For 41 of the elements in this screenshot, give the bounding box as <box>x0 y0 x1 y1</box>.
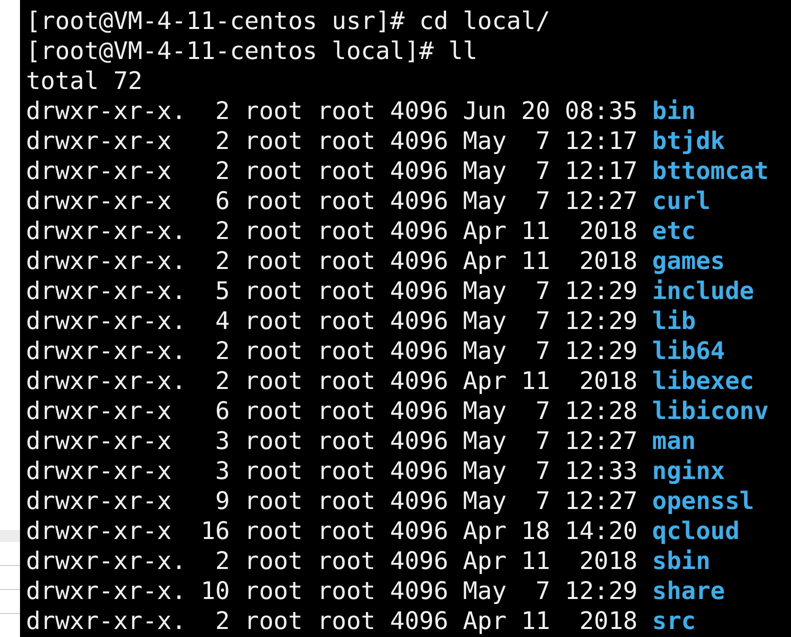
file-info: drwxr-xr-x 3 root root 4096 May 7 12:27 <box>26 426 638 456</box>
file-info: drwxr-xr-x. 4 root root 4096 May 7 12:29 <box>26 306 638 336</box>
directory-name: man <box>652 426 696 456</box>
file-info: drwxr-xr-x 2 root root 4096 May 7 12:17 <box>26 126 638 156</box>
command-text: ll <box>448 36 478 66</box>
directory-name: nginx <box>652 456 725 486</box>
directory-name: lib <box>652 306 696 336</box>
file-info: drwxr-xr-x. 2 root root 4096 Apr 11 2018 <box>26 246 638 276</box>
file-info: drwxr-xr-x. 10 root root 4096 May 7 12:29 <box>26 576 638 606</box>
directory-name: curl <box>652 186 710 216</box>
directory-name: openssl <box>652 486 754 516</box>
file-info: drwxr-xr-x 9 root root 4096 May 7 12:27 <box>26 486 638 516</box>
directory-name: bttomcat <box>652 156 769 186</box>
file-info: drwxr-xr-x 16 root root 4096 Apr 18 14:20 <box>26 516 638 546</box>
file-info: drwxr-xr-x 3 root root 4096 May 7 12:33 <box>26 456 638 486</box>
directory-name: lib64 <box>652 336 725 366</box>
file-info: drwxr-xr-x 6 root root 4096 May 7 12:27 <box>26 186 638 216</box>
total-text: total 72 <box>26 67 142 95</box>
directory-name: share <box>652 576 725 606</box>
directory-name: libexec <box>652 366 754 396</box>
command-text: cd local/ <box>419 6 550 36</box>
file-info: drwxr-xr-x. 2 root root 4096 Apr 11 2018 <box>26 216 638 246</box>
shell-prompt: [root@VM-4-11-centos usr]# <box>26 6 405 36</box>
file-info: drwxr-xr-x. 2 root root 4096 Apr 11 2018 <box>26 366 638 396</box>
directory-name: btjdk <box>652 126 725 156</box>
file-info: drwxr-xr-x 2 root root 4096 May 7 12:17 <box>26 156 638 186</box>
file-info: drwxr-xr-x 6 root root 4096 May 7 12:28 <box>26 396 638 426</box>
directory-name: include <box>652 276 754 306</box>
file-info: drwxr-xr-x. 2 root root 4096 Apr 11 2018 <box>26 546 638 576</box>
directory-name: games <box>652 246 725 276</box>
file-info: drwxr-xr-x. 2 root root 4096 Jun 20 08:35 <box>26 96 638 126</box>
directory-name: etc <box>652 216 696 246</box>
file-info: drwxr-xr-x. 5 root root 4096 May 7 12:29 <box>26 276 638 306</box>
shell-prompt: [root@VM-4-11-centos local]# <box>26 36 434 66</box>
file-info: drwxr-xr-x. 2 root root 4096 May 7 12:29 <box>26 336 638 366</box>
directory-name: qcloud <box>652 516 740 546</box>
directory-name: libiconv <box>652 396 769 426</box>
directory-name: sbin <box>652 546 710 576</box>
directory-name: bin <box>652 96 696 126</box>
file-info: drwxr-xr-x. 2 root root 4096 Apr 11 2018 <box>26 606 638 636</box>
directory-name: src <box>652 606 696 636</box>
